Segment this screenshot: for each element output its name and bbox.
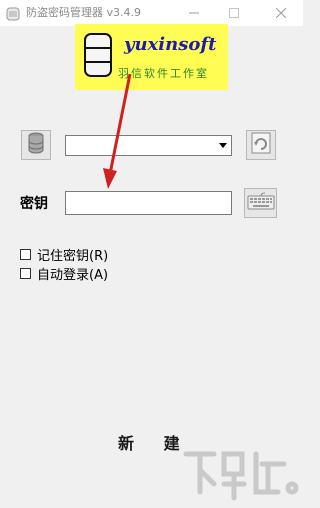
annotation-arrow — [103, 73, 132, 189]
watermark-logo — [183, 451, 299, 501]
app-window: 防盗密码管理器 v3.4.9 yuxinsoft 羽信软件工作室 密钥 记住密钥… — [0, 0, 303, 508]
